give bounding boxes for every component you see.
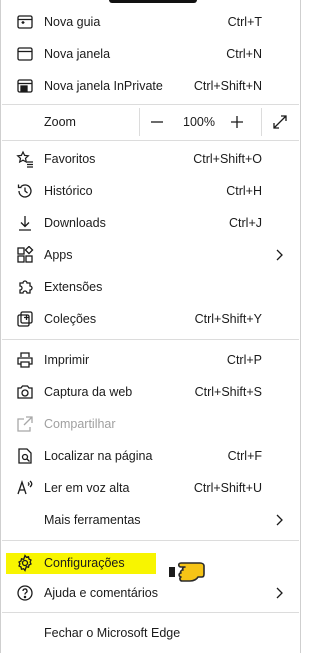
history-icon <box>16 182 34 200</box>
menu-item-downloads[interactable]: Downloads Ctrl+J <box>2 207 299 239</box>
menu-item-shortcut: Ctrl+P <box>226 353 262 367</box>
menu-item-label: Ler em voz alta <box>44 481 130 495</box>
fullscreen-icon <box>273 115 287 129</box>
find-icon <box>16 447 34 465</box>
menu-item-label: Captura da web <box>44 385 133 399</box>
zoom-divider <box>139 108 140 136</box>
menu-item-shortcut: Ctrl+Shift+N <box>193 79 262 93</box>
menu-item-shortcut: Ctrl+F <box>227 449 262 463</box>
inprivate-icon <box>16 77 34 95</box>
chevron-right-icon <box>276 249 283 261</box>
menu-item-label: Nova janela <box>44 47 111 61</box>
download-icon <box>16 214 34 232</box>
menu-item-label: Compartilhar <box>44 417 116 431</box>
new-tab-icon <box>16 13 34 31</box>
chevron-right-icon <box>276 514 283 526</box>
menu-item-print[interactable]: Imprimir Ctrl+P <box>2 344 299 376</box>
menu-item-label: Favoritos <box>44 152 96 166</box>
zoom-divider <box>261 108 262 136</box>
menu-top-edge <box>109 0 197 3</box>
menu-item-shortcut: Ctrl+N <box>226 47 262 61</box>
menu-item-new-tab[interactable]: Nova guia Ctrl+T <box>2 6 299 38</box>
read-aloud-icon <box>16 479 34 497</box>
zoom-label: Zoom <box>44 115 76 129</box>
zoom-row: Zoom 100% <box>2 105 299 139</box>
menu-item-shortcut: Ctrl+Shift+S <box>194 385 262 399</box>
minus-icon <box>151 121 163 123</box>
menu-item-shortcut: Ctrl+H <box>226 184 262 198</box>
menu-item-read-aloud[interactable]: Ler em voz alta Ctrl+Shift+U <box>2 472 299 504</box>
menu-item-help-feedback[interactable]: Ajuda e comentários <box>2 577 299 609</box>
print-icon <box>16 351 34 369</box>
menu-item-collections[interactable]: Coleções Ctrl+Shift+Y <box>2 303 299 335</box>
menu-divider <box>2 540 299 541</box>
menu-divider <box>2 339 299 340</box>
menu-item-label: Nova janela InPrivate <box>44 79 163 93</box>
help-icon <box>16 584 34 602</box>
web-capture-icon <box>16 383 34 401</box>
menu-item-shortcut: Ctrl+Shift+Y <box>194 312 262 326</box>
menu-item-label: Ajuda e comentários <box>44 586 158 600</box>
menu-item-label: Mais ferramentas <box>44 513 141 527</box>
menu-item-find-on-page[interactable]: Localizar na página Ctrl+F <box>2 440 299 472</box>
menu-divider <box>2 140 299 141</box>
favorites-icon <box>16 150 34 168</box>
share-icon <box>16 415 34 433</box>
menu-item-label: Coleções <box>44 312 97 326</box>
menu-item-settings[interactable]: Configurações <box>2 547 299 579</box>
menu-item-web-capture[interactable]: Captura da web Ctrl+Shift+S <box>2 376 299 408</box>
menu-item-label: Downloads <box>44 216 106 230</box>
menu-item-label: Histórico <box>44 184 93 198</box>
menu-item-label: Extensões <box>44 280 103 294</box>
menu-item-history[interactable]: Histórico Ctrl+H <box>2 175 299 207</box>
menu-item-shortcut: Ctrl+T <box>227 15 262 29</box>
zoom-value: 100% <box>183 115 215 129</box>
menu-item-share: Compartilhar <box>2 408 299 440</box>
menu-item-favorites[interactable]: Favoritos Ctrl+Shift+O <box>2 143 299 175</box>
plus-icon <box>231 116 243 128</box>
menu-item-shortcut: Ctrl+Shift+O <box>193 152 262 166</box>
menu-item-label: Configurações <box>44 556 125 570</box>
menu-item-new-window[interactable]: Nova janela Ctrl+N <box>2 38 299 70</box>
chevron-right-icon <box>276 587 283 599</box>
menu-item-close-edge[interactable]: Fechar o Microsoft Edge <box>2 617 299 649</box>
menu-item-label: Nova guia <box>44 15 101 29</box>
menu-item-label: Apps <box>44 248 73 262</box>
menu-item-shortcut: Ctrl+Shift+U <box>193 481 262 495</box>
menu-item-new-inprivate-window[interactable]: Nova janela InPrivate Ctrl+Shift+N <box>2 70 299 102</box>
zoom-in-button[interactable] <box>227 112 247 132</box>
extensions-icon <box>16 278 34 296</box>
menu-item-label: Localizar na página <box>44 449 153 463</box>
collections-icon <box>16 310 34 328</box>
menu-item-apps[interactable]: Apps <box>2 239 299 271</box>
new-window-icon <box>16 45 34 63</box>
menu-divider <box>2 612 299 613</box>
menu-item-label: Fechar o Microsoft Edge <box>44 626 181 640</box>
zoom-out-button[interactable] <box>147 112 167 132</box>
menu-item-extensions[interactable]: Extensões <box>2 271 299 303</box>
menu-item-label: Imprimir <box>44 353 90 367</box>
fullscreen-button[interactable] <box>270 112 290 132</box>
apps-icon <box>16 246 34 264</box>
edge-settings-menu: Nova guia Ctrl+T Nova janela Ctrl+N Nova… <box>0 0 301 653</box>
settings-icon <box>16 554 34 572</box>
menu-item-shortcut: Ctrl+J <box>229 216 262 230</box>
menu-item-more-tools[interactable]: Mais ferramentas <box>2 504 299 536</box>
